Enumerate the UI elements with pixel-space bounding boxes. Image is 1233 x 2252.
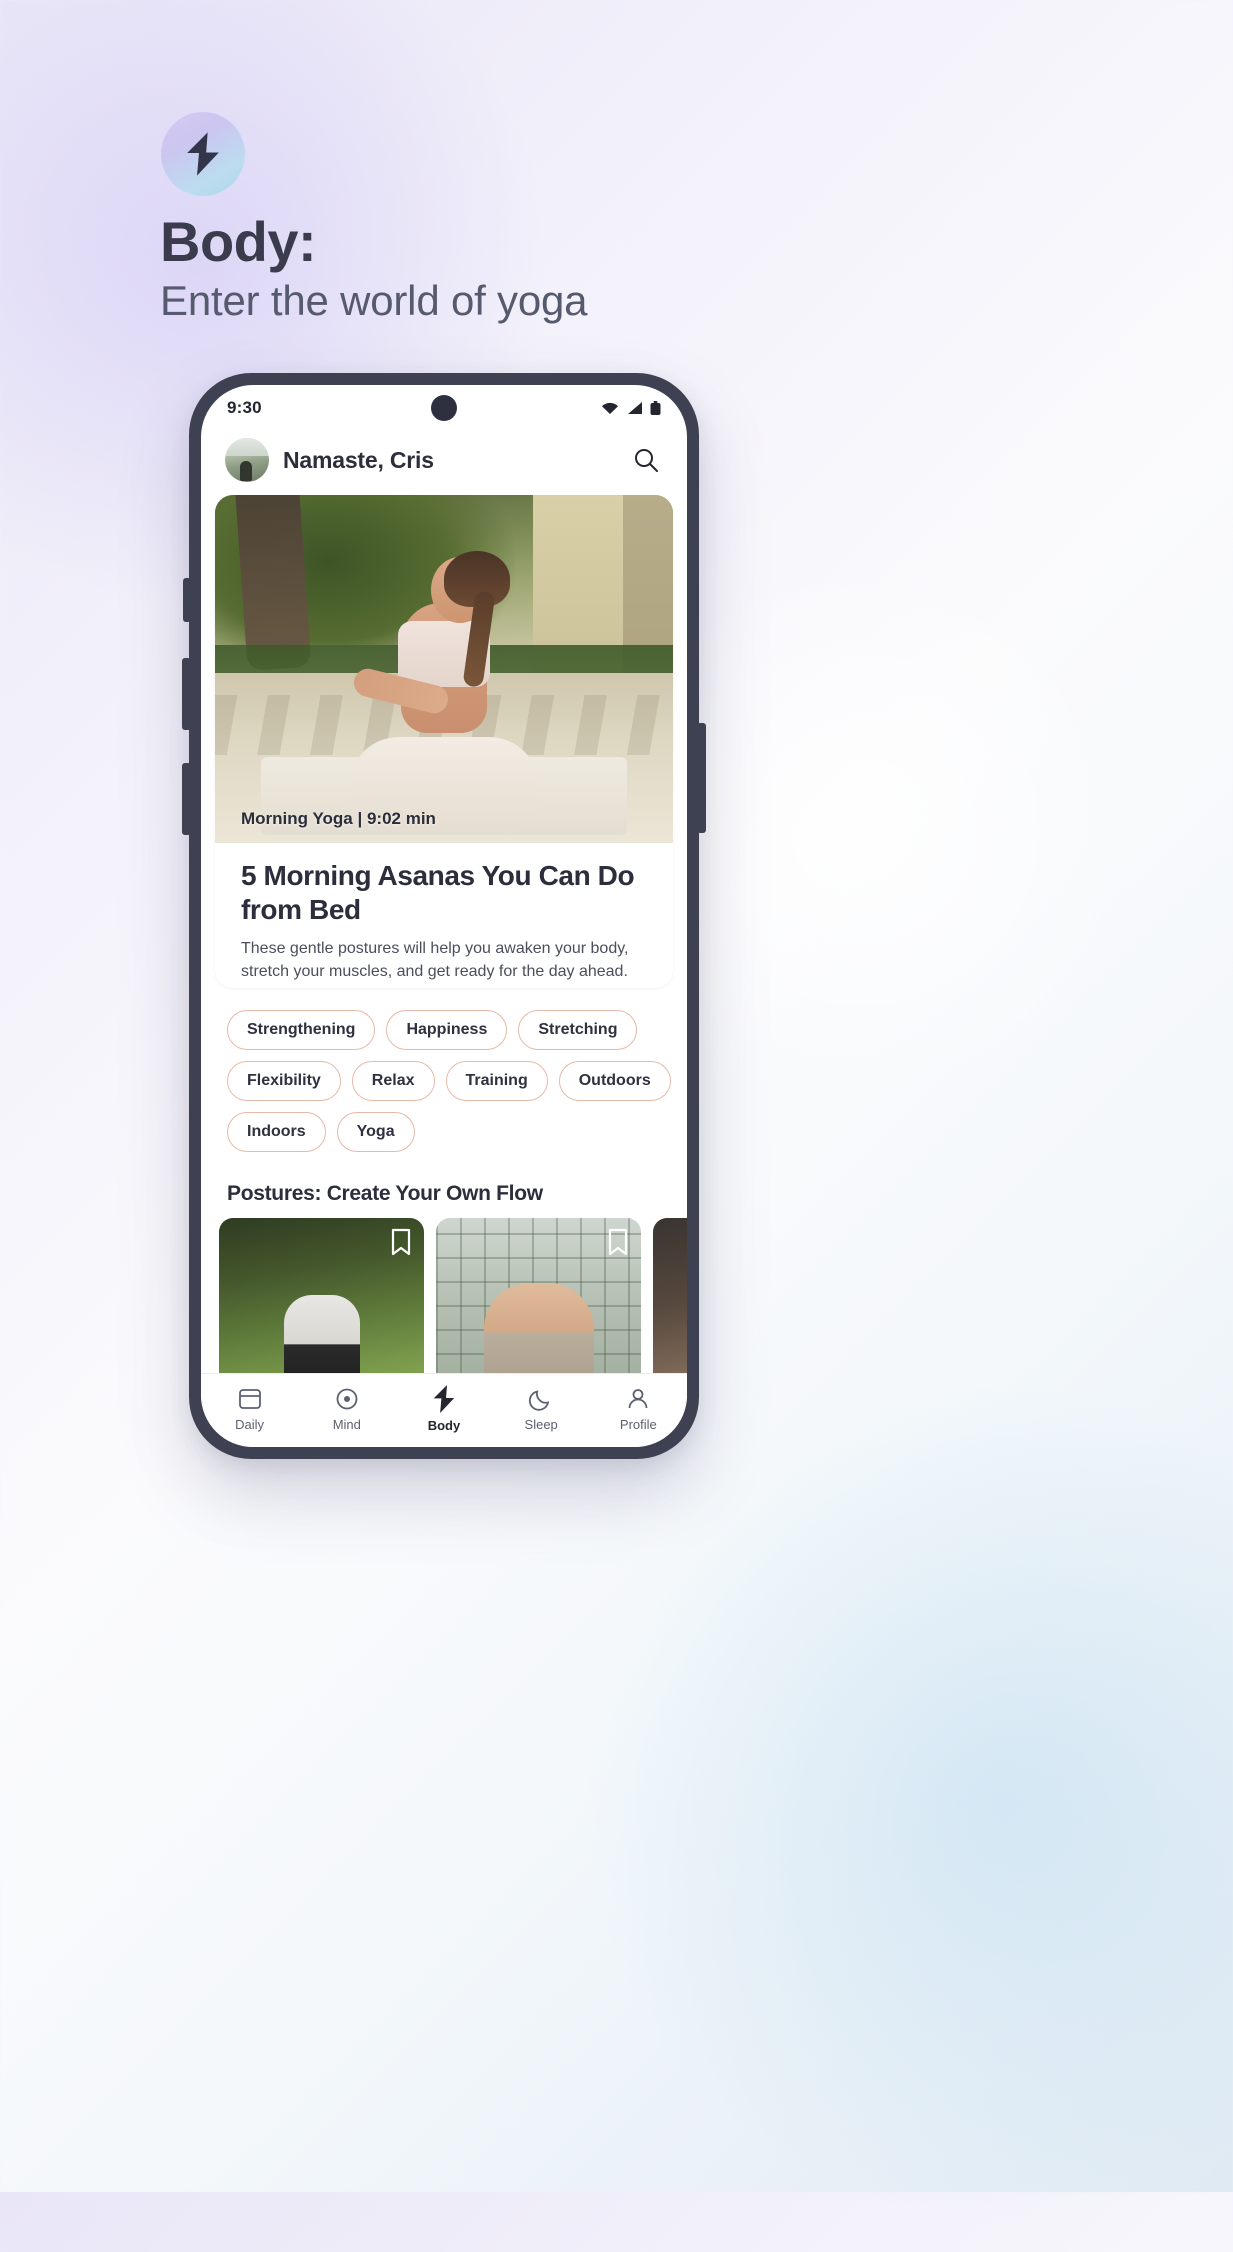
posture-card[interactable] xyxy=(436,1217,641,1373)
front-camera-punch-hole xyxy=(431,395,457,421)
app-logo-badge xyxy=(161,112,245,196)
phone-volume-down-button xyxy=(182,763,191,835)
tag-chip[interactable]: Relax xyxy=(351,1060,435,1101)
nav-label: Mind xyxy=(332,1416,361,1432)
tag-chip-list: Strengthening Happiness Stretching Flexi… xyxy=(209,988,687,1156)
lightning-bolt-icon xyxy=(187,132,219,176)
phone-volume-up-button xyxy=(182,658,191,730)
person-icon xyxy=(628,1388,648,1408)
tag-chip[interactable]: Outdoors xyxy=(558,1060,671,1101)
battery-icon xyxy=(650,400,661,415)
search-icon xyxy=(635,449,658,472)
phone-power-button xyxy=(697,723,706,833)
lightning-bolt-icon xyxy=(433,1384,455,1413)
greeting-text: Namaste, Cris xyxy=(283,446,434,473)
hero-description: These gentle postures will help you awak… xyxy=(241,940,629,981)
scroll-content[interactable]: Morning Yoga | 9:02 min 5 Morning Asanas… xyxy=(201,495,687,1373)
tag-chip[interactable]: Strengthening xyxy=(227,1009,376,1050)
section-title: Postures: Create Your Own Flow xyxy=(227,1181,543,1205)
nav-item-sleep[interactable]: Sleep xyxy=(501,1386,581,1432)
circle-dot-icon xyxy=(336,1388,358,1409)
status-time: 9:30 xyxy=(227,398,262,417)
posture-card[interactable] xyxy=(219,1217,424,1373)
nav-label: Sleep xyxy=(524,1416,558,1432)
nav-label: Body xyxy=(427,1417,461,1433)
nav-item-mind[interactable]: Mind xyxy=(307,1386,387,1432)
promo-title: Body: xyxy=(160,210,317,273)
nav-label: Profile xyxy=(619,1416,657,1432)
wifi-icon xyxy=(602,402,618,414)
tag-chip[interactable]: Stretching xyxy=(518,1009,638,1050)
posture-card[interactable] xyxy=(653,1217,687,1373)
hero-body: 5 Morning Asanas You Can Do from Bed The… xyxy=(215,843,673,988)
posture-cards-row[interactable] xyxy=(201,1217,687,1373)
status-icons xyxy=(601,400,661,416)
phone-mockup: 9:30 Namaste, Cris Morning Yoga | 9:02 m… xyxy=(182,373,706,1459)
status-bar: 9:30 xyxy=(201,385,687,431)
nav-item-body[interactable]: Body xyxy=(404,1384,484,1433)
search-button[interactable] xyxy=(629,443,663,477)
hero-card[interactable]: Morning Yoga | 9:02 min 5 Morning Asanas… xyxy=(215,495,673,988)
bottom-navigation: Daily Mind Body Sleep Profile xyxy=(201,1373,687,1447)
background-glow-right xyxy=(553,1352,1233,2252)
calendar-icon xyxy=(238,1388,261,1409)
cellular-signal-icon xyxy=(628,402,642,414)
hero-meta-label: Morning Yoga | 9:02 min xyxy=(241,809,436,828)
app-header: Namaste, Cris xyxy=(201,431,687,495)
nav-item-daily[interactable]: Daily xyxy=(210,1386,290,1432)
tag-chip[interactable]: Training xyxy=(445,1060,548,1101)
phone-screen: 9:30 Namaste, Cris Morning Yoga | 9:02 m… xyxy=(201,385,687,1447)
avatar[interactable] xyxy=(225,438,269,482)
nav-label: Daily xyxy=(235,1416,265,1432)
tag-chip[interactable]: Indoors xyxy=(227,1111,326,1152)
nav-item-profile[interactable]: Profile xyxy=(598,1386,678,1432)
bookmark-icon[interactable] xyxy=(607,1228,629,1256)
bookmark-icon[interactable] xyxy=(390,1228,412,1256)
phone-mute-button xyxy=(183,578,191,622)
hero-title: 5 Morning Asanas You Can Do from Bed xyxy=(241,860,635,926)
tag-chip[interactable]: Yoga xyxy=(336,1111,415,1152)
promo-subtitle: Enter the world of yoga xyxy=(160,277,588,324)
hero-image: Morning Yoga | 9:02 min xyxy=(215,495,673,843)
tag-chip[interactable]: Flexibility xyxy=(227,1060,341,1101)
tag-chip[interactable]: Happiness xyxy=(386,1009,508,1050)
hero-person xyxy=(339,547,549,837)
moon-icon xyxy=(529,1389,550,1411)
